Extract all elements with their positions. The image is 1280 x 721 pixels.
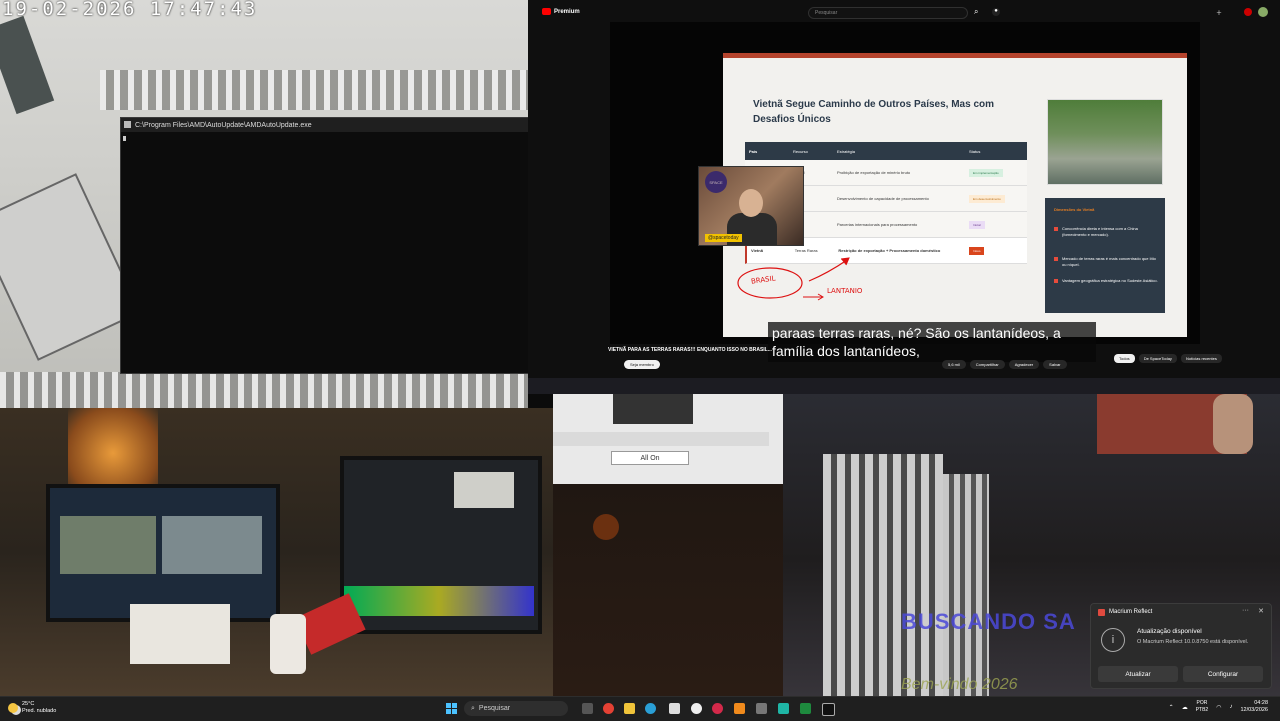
video-actions: 5,6 mil Compartilhar Agradecer Salvar: [942, 360, 1067, 369]
cursor: [123, 136, 126, 141]
taskbar-search-text: Pesquisar: [478, 705, 511, 712]
like-button[interactable]: 5,6 mil: [942, 360, 966, 369]
mic-icon[interactable]: ●: [992, 8, 1000, 16]
bottle: [270, 614, 306, 674]
video-title[interactable]: VIETNÃ PARA AS TERRAS RARAS!!! ENQUANTO …: [608, 347, 772, 353]
chrome-icon[interactable]: [603, 703, 614, 714]
thanks-button[interactable]: Agradecer: [1008, 360, 1040, 369]
avatar[interactable]: [1258, 7, 1268, 17]
person-figure: [1213, 394, 1253, 454]
clock-time: 04:28: [1254, 700, 1268, 706]
macrium-app-icon: [1098, 609, 1105, 616]
weather-widget[interactable]: 25°C Pred. nublado: [8, 701, 56, 715]
chip-all[interactable]: Todos: [1114, 354, 1135, 363]
close-icon[interactable]: ✕: [1258, 607, 1264, 615]
create-icon[interactable]: ＋: [1216, 8, 1222, 17]
chip-recent[interactable]: Notícias recentes: [1180, 354, 1222, 363]
keyboard-layout: PTB2: [1195, 707, 1209, 713]
search-icon: ⌕: [471, 704, 475, 712]
app-icon[interactable]: [756, 703, 767, 714]
gate-grid: [943, 474, 989, 696]
clock[interactable]: 04:28 12/03/2026: [1240, 700, 1268, 714]
more-icon[interactable]: ···: [1242, 607, 1249, 614]
neon-sign: BUSCANDO SA: [901, 609, 1076, 634]
chip-channel[interactable]: De SpaceToday: [1138, 354, 1177, 363]
start-button[interactable]: [446, 703, 457, 714]
yt-logo[interactable]: Premium: [542, 8, 580, 15]
language-indicator[interactable]: POR PTB2: [1196, 700, 1209, 714]
search-icon[interactable]: ⌕: [974, 7, 978, 17]
youtube-play-icon: [542, 8, 551, 15]
audio-meters: [344, 586, 534, 616]
file-explorer-icon[interactable]: [624, 703, 635, 714]
studio-camera-feed: [0, 408, 553, 696]
remote-taskbar: [528, 378, 1280, 394]
mini-screen-image: [613, 394, 693, 424]
configure-button[interactable]: Configurar: [1183, 666, 1263, 682]
mini-screen-bar: [553, 432, 769, 446]
save-button[interactable]: Salvar: [1043, 360, 1067, 369]
webcam-inset: SPACE @spacetoday: [698, 166, 804, 246]
search-input[interactable]: Pesquisar: [808, 7, 968, 19]
update-button[interactable]: Atualizar: [1098, 666, 1178, 682]
calendar: [130, 604, 230, 664]
monitor-content: [60, 516, 156, 574]
recommendation-chips: Todos De SpaceToday Notícias recentes: [1114, 354, 1222, 363]
notepad-icon[interactable]: [669, 703, 680, 714]
wall-camera-feed: [553, 484, 783, 696]
monitor-content: [454, 472, 514, 508]
app-icon[interactable]: [712, 703, 723, 714]
yt-logo-text: Premium: [554, 8, 580, 15]
weather-text: 25°C Pred. nublado: [22, 701, 56, 715]
railing: [0, 372, 528, 408]
monitor-content: [162, 516, 262, 574]
excel-icon[interactable]: [800, 703, 811, 714]
handwritten-annotation: LANTANIO: [827, 287, 863, 295]
terminal-icon[interactable]: [822, 703, 835, 716]
notification-toast[interactable]: Macrium Reflect ··· ✕ i Atualização disp…: [1090, 603, 1272, 689]
laptop-shape: [0, 15, 55, 115]
join-button[interactable]: Seja membro: [624, 360, 660, 369]
presenter-head: [739, 189, 763, 217]
mini-screen: All On: [553, 394, 783, 484]
toast-body: O Macrium Reflect 10.0.8750 está disponí…: [1137, 639, 1249, 645]
volume-icon[interactable]: ♪: [1229, 704, 1232, 710]
taskbar: 25°C Pred. nublado ⌕ Pesquisar ⌃ ☁ POR P…: [0, 696, 1280, 721]
gate-grid: [823, 454, 943, 696]
weather-desc: Pred. nublado: [22, 708, 57, 714]
camera-timestamp: 19-02-2026 17:47:43: [2, 0, 258, 20]
lang-code: POR: [1196, 700, 1208, 706]
weather-temp: 25°C: [22, 701, 35, 707]
edge-icon[interactable]: [645, 703, 656, 714]
app-icon[interactable]: [778, 703, 789, 714]
youtube-page: Premium Pesquisar ⌕ ● ＋ Vietnã Segue Cam…: [528, 0, 1280, 378]
video-player[interactable]: Vietnã Segue Caminho de Outros Países, M…: [610, 22, 1200, 362]
console-app-icon: [124, 121, 131, 128]
system-tray: ⌃ ☁ POR PTB2 ◠ ♪ 04:28 12/03/2026: [1169, 700, 1268, 714]
video-captions: paraas terras raras, né? São os lantaníd…: [768, 322, 1096, 362]
task-view-icon[interactable]: [582, 703, 593, 714]
bell-icon[interactable]: [1244, 8, 1252, 16]
tray-expand-icon[interactable]: ⌃: [1169, 704, 1174, 711]
monitor: [340, 456, 542, 634]
railing: [100, 70, 528, 110]
console-title: C:\Program Files\AMD\AutoUpdate\AMDAutoU…: [135, 121, 312, 129]
info-icon: i: [1101, 628, 1125, 652]
share-button[interactable]: Compartilhar: [969, 360, 1005, 369]
webcam-handle: @spacetoday: [705, 234, 742, 242]
toast-app-name: Macrium Reflect: [1109, 609, 1153, 615]
toast-title: Atualização disponível: [1137, 628, 1202, 635]
channel-logo: SPACE: [705, 171, 727, 193]
all-on-button[interactable]: All On: [611, 451, 689, 465]
partly-cloudy-icon: [8, 703, 18, 713]
vlc-icon[interactable]: [734, 703, 745, 714]
monitor: [46, 484, 280, 622]
obs-icon[interactable]: [691, 703, 702, 714]
welcome-sign: Bem-vindo 2026: [901, 676, 1018, 693]
wall-decoration: [593, 514, 619, 540]
cloud-icon[interactable]: ☁: [1182, 704, 1188, 711]
clock-date: 12/03/2026: [1240, 707, 1268, 713]
wifi-icon[interactable]: ◠: [1216, 704, 1221, 711]
taskbar-search[interactable]: ⌕ Pesquisar: [464, 701, 568, 716]
